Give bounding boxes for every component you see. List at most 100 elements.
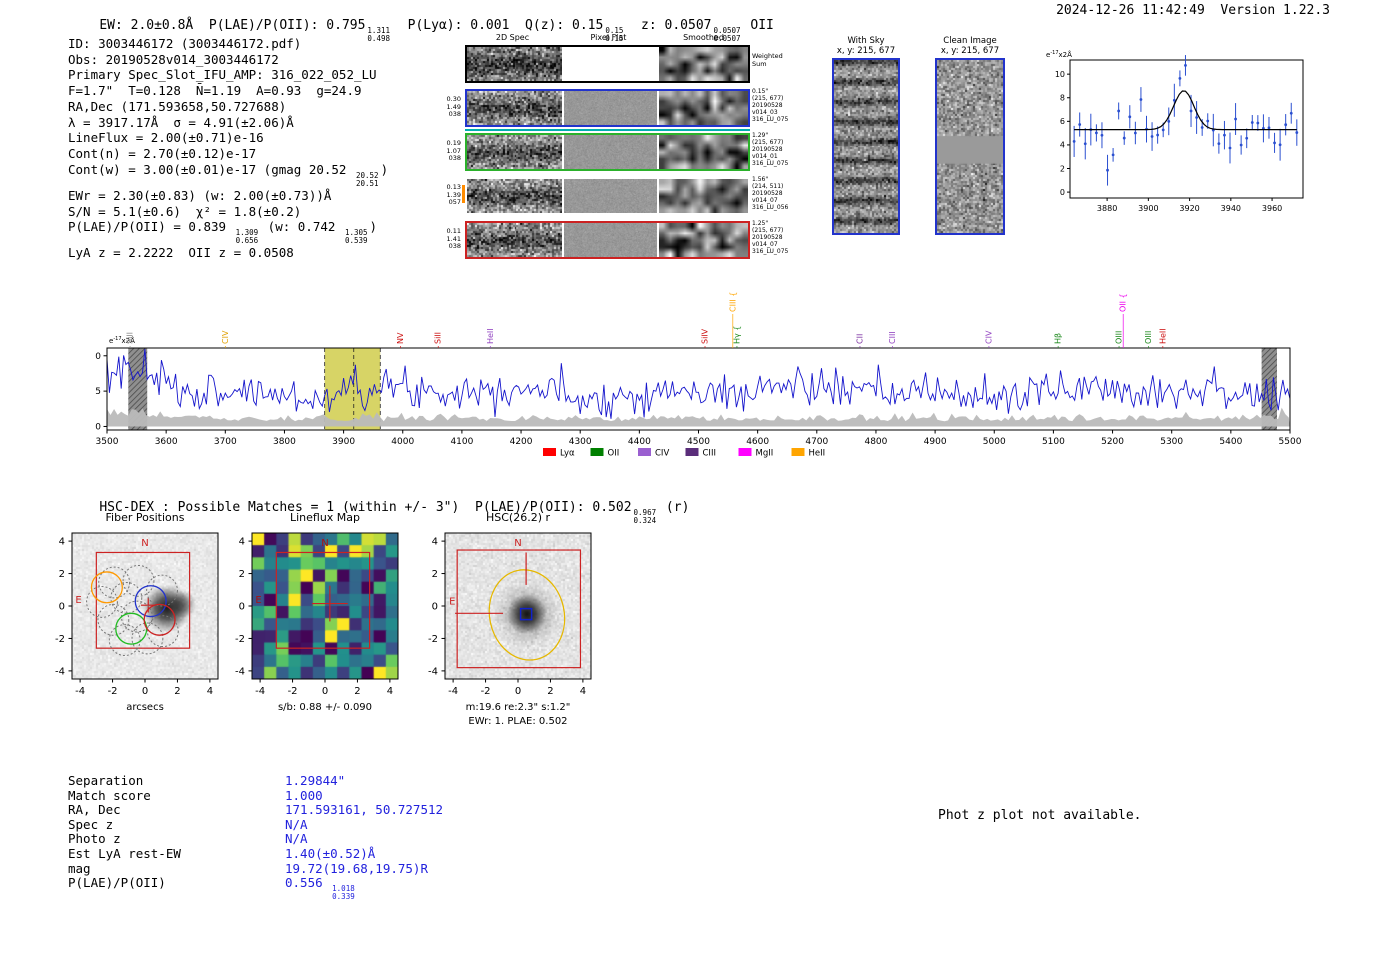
hsc-dex-text-2: (r) xyxy=(658,500,689,515)
match-table-label: Spec z xyxy=(68,817,285,832)
svg-text:5500: 5500 xyxy=(1279,437,1302,447)
info-line: LineFlux = 2.00(±0.71)e-16 xyxy=(68,130,388,146)
svg-text:5: 5 xyxy=(95,387,101,397)
svg-text:2: 2 xyxy=(174,686,180,697)
svg-text:m:19.6 re:2.3" s:1.2": m:19.6 re:2.3" s:1.2" xyxy=(466,702,571,713)
svg-text:N: N xyxy=(321,538,328,549)
match-table-value: 1.40(±0.52)Å xyxy=(285,846,375,861)
spec2d-column-header: 2D Spec xyxy=(468,33,558,42)
info-line: RA,Dec (171.593658,50.727688) xyxy=(68,99,388,115)
match-table-label: mag xyxy=(68,861,285,876)
spec2d-row-meta: 1.56"(214, 511)20190528v014_07316_LU_056 xyxy=(752,176,800,211)
svg-text:-2: -2 xyxy=(428,634,438,645)
match-table-label: RA, Dec xyxy=(68,802,285,817)
summary-text-1: EW: 2.0±0.8Å P(LAE)/P(OII): 0.795 xyxy=(99,18,365,33)
info-line: EWr = 2.30(±0.83) (w: 2.00(±0.73))Å xyxy=(68,188,388,204)
svg-text:arcsecs: arcsecs xyxy=(126,702,164,713)
svg-text:4200: 4200 xyxy=(510,437,533,447)
spec2d-row-meta: 1.29"(215, 677)20190528v014_01316_LU_075 xyxy=(752,132,800,167)
svg-text:4: 4 xyxy=(387,686,393,697)
legend-item-label: HeII xyxy=(809,449,826,459)
svg-text:3960: 3960 xyxy=(1262,204,1282,213)
svg-text:4: 4 xyxy=(59,537,65,548)
svg-text:8: 8 xyxy=(1060,94,1065,103)
smoothed-image xyxy=(659,91,748,125)
svg-text:3900: 3900 xyxy=(1138,204,1158,213)
spectral-line-label: CIII { xyxy=(728,292,737,312)
info-line: F=1.7" T=0.128 N̄=1.19 A=0.93 g=24.9 xyxy=(68,83,388,99)
spectral-line-label: SiII xyxy=(126,332,135,344)
match-table-value: 1.29844" xyxy=(285,773,345,788)
elixer-report-page: EW: 2.0±0.8Å P(LAE)/P(OII): 0.7951.3110.… xyxy=(0,0,1400,953)
summary-text-3: z: 0.0507 xyxy=(625,18,711,33)
clean-image-coords: x, y: 215, 677 xyxy=(933,46,1007,56)
spec2d-row-scale-labels: 0.111.41038 xyxy=(435,228,461,251)
svg-text:0: 0 xyxy=(59,602,65,613)
svg-text:3920: 3920 xyxy=(1179,204,1199,213)
info-line: Cont(n) = 2.70(±0.12)e-17 xyxy=(68,146,388,162)
with-sky-title: With Sky xyxy=(832,36,900,46)
match-table-label: Match score xyxy=(68,788,285,803)
spectral-line-label: OIII xyxy=(1115,331,1124,344)
svg-text:-4: -4 xyxy=(448,686,458,697)
smoothed-image xyxy=(659,135,748,169)
svg-text:4000: 4000 xyxy=(391,437,414,447)
hsc-r-plot: HSC(26.2) r-4-4-2-2002244m:19.6 re:2.3" … xyxy=(411,507,611,743)
spectral-line-label: Hγ { xyxy=(732,326,741,344)
spectral-line-label: CIII xyxy=(888,331,897,344)
pixel-flat-image xyxy=(564,179,657,213)
timestamp-version: 2024-12-26 11:42:49 Version 1.22.3 xyxy=(1056,3,1330,18)
svg-text:4: 4 xyxy=(580,686,586,697)
spectral-line-label: CII xyxy=(855,334,864,344)
svg-text:2: 2 xyxy=(354,686,360,697)
spec2d-image xyxy=(467,135,562,169)
svg-text:E: E xyxy=(75,595,81,606)
svg-text:-2: -2 xyxy=(55,634,65,645)
legend-item-label: CIV xyxy=(655,449,669,459)
clean-image xyxy=(935,58,1005,235)
legend-item-label: CIII xyxy=(703,449,716,459)
spectral-line-label: SiIV xyxy=(701,328,710,344)
svg-text:6: 6 xyxy=(1060,117,1065,126)
spec2d-image xyxy=(467,179,562,213)
smoothed-image xyxy=(659,47,748,81)
spec2d-row-strip xyxy=(465,177,750,215)
match-table-value: N/A xyxy=(285,817,308,832)
spectral-line-label: CIV xyxy=(221,330,230,344)
spectral-line-label: OIII xyxy=(1144,331,1153,344)
svg-text:2: 2 xyxy=(1060,164,1065,173)
spec2d-row-meta: WeightedSum xyxy=(752,53,800,68)
match-table-value: 171.593161, 50.727512 xyxy=(285,802,443,817)
svg-text:N: N xyxy=(514,538,521,549)
match-table-value: 0.556 1.0180.339 xyxy=(285,875,357,890)
info-line: Cont(w) = 3.00(±0.01)e-17 (gmag 20.52 20… xyxy=(68,162,388,188)
full-spectrum-plot: 0510350036003700380039004000410042004300… xyxy=(95,262,1310,467)
svg-text:e-17x2Å: e-17x2Å xyxy=(1046,50,1072,59)
svg-text:5100: 5100 xyxy=(1042,437,1065,447)
panel-title: HSC(26.2) r xyxy=(486,511,551,524)
svg-text:EWr: 1. PLAE: 0.502: EWr: 1. PLAE: 0.502 xyxy=(468,716,567,727)
info-line: LyA z = 2.2222 OII z = 0.0508 xyxy=(68,245,388,261)
svg-text:4: 4 xyxy=(432,537,438,548)
spectral-line-label: NV xyxy=(396,332,405,344)
match-table-label: Separation xyxy=(68,773,285,788)
svg-text:2: 2 xyxy=(59,569,65,580)
match-table-label: P(LAE)/P(OII) xyxy=(68,875,285,890)
spec2d-row-scale-labels: 0.131.39057 xyxy=(435,184,461,207)
spectral-line-label: OII { xyxy=(1119,293,1128,312)
pixel-flat-image xyxy=(564,223,657,257)
smoothed-image xyxy=(659,179,748,213)
svg-text:-4: -4 xyxy=(255,686,265,697)
spec2d-row-meta: 0.15"(215, 677)20190528v014_03316_LU_075 xyxy=(752,88,800,123)
svg-text:4800: 4800 xyxy=(864,437,887,447)
svg-text:s/b: 0.88 +/- 0.090: s/b: 0.88 +/- 0.090 xyxy=(278,702,372,713)
svg-text:5400: 5400 xyxy=(1219,437,1242,447)
match-table-label: Est LyA rest-EW xyxy=(68,846,285,861)
svg-text:-2: -2 xyxy=(235,634,245,645)
svg-text:3800: 3800 xyxy=(273,437,296,447)
spec2d-row-strip xyxy=(465,89,750,127)
svg-text:4900: 4900 xyxy=(924,437,947,447)
match-table-label: Photo z xyxy=(68,831,285,846)
pixel-flat-image xyxy=(564,135,657,169)
match-table-row: Match score1.000 xyxy=(68,788,443,803)
